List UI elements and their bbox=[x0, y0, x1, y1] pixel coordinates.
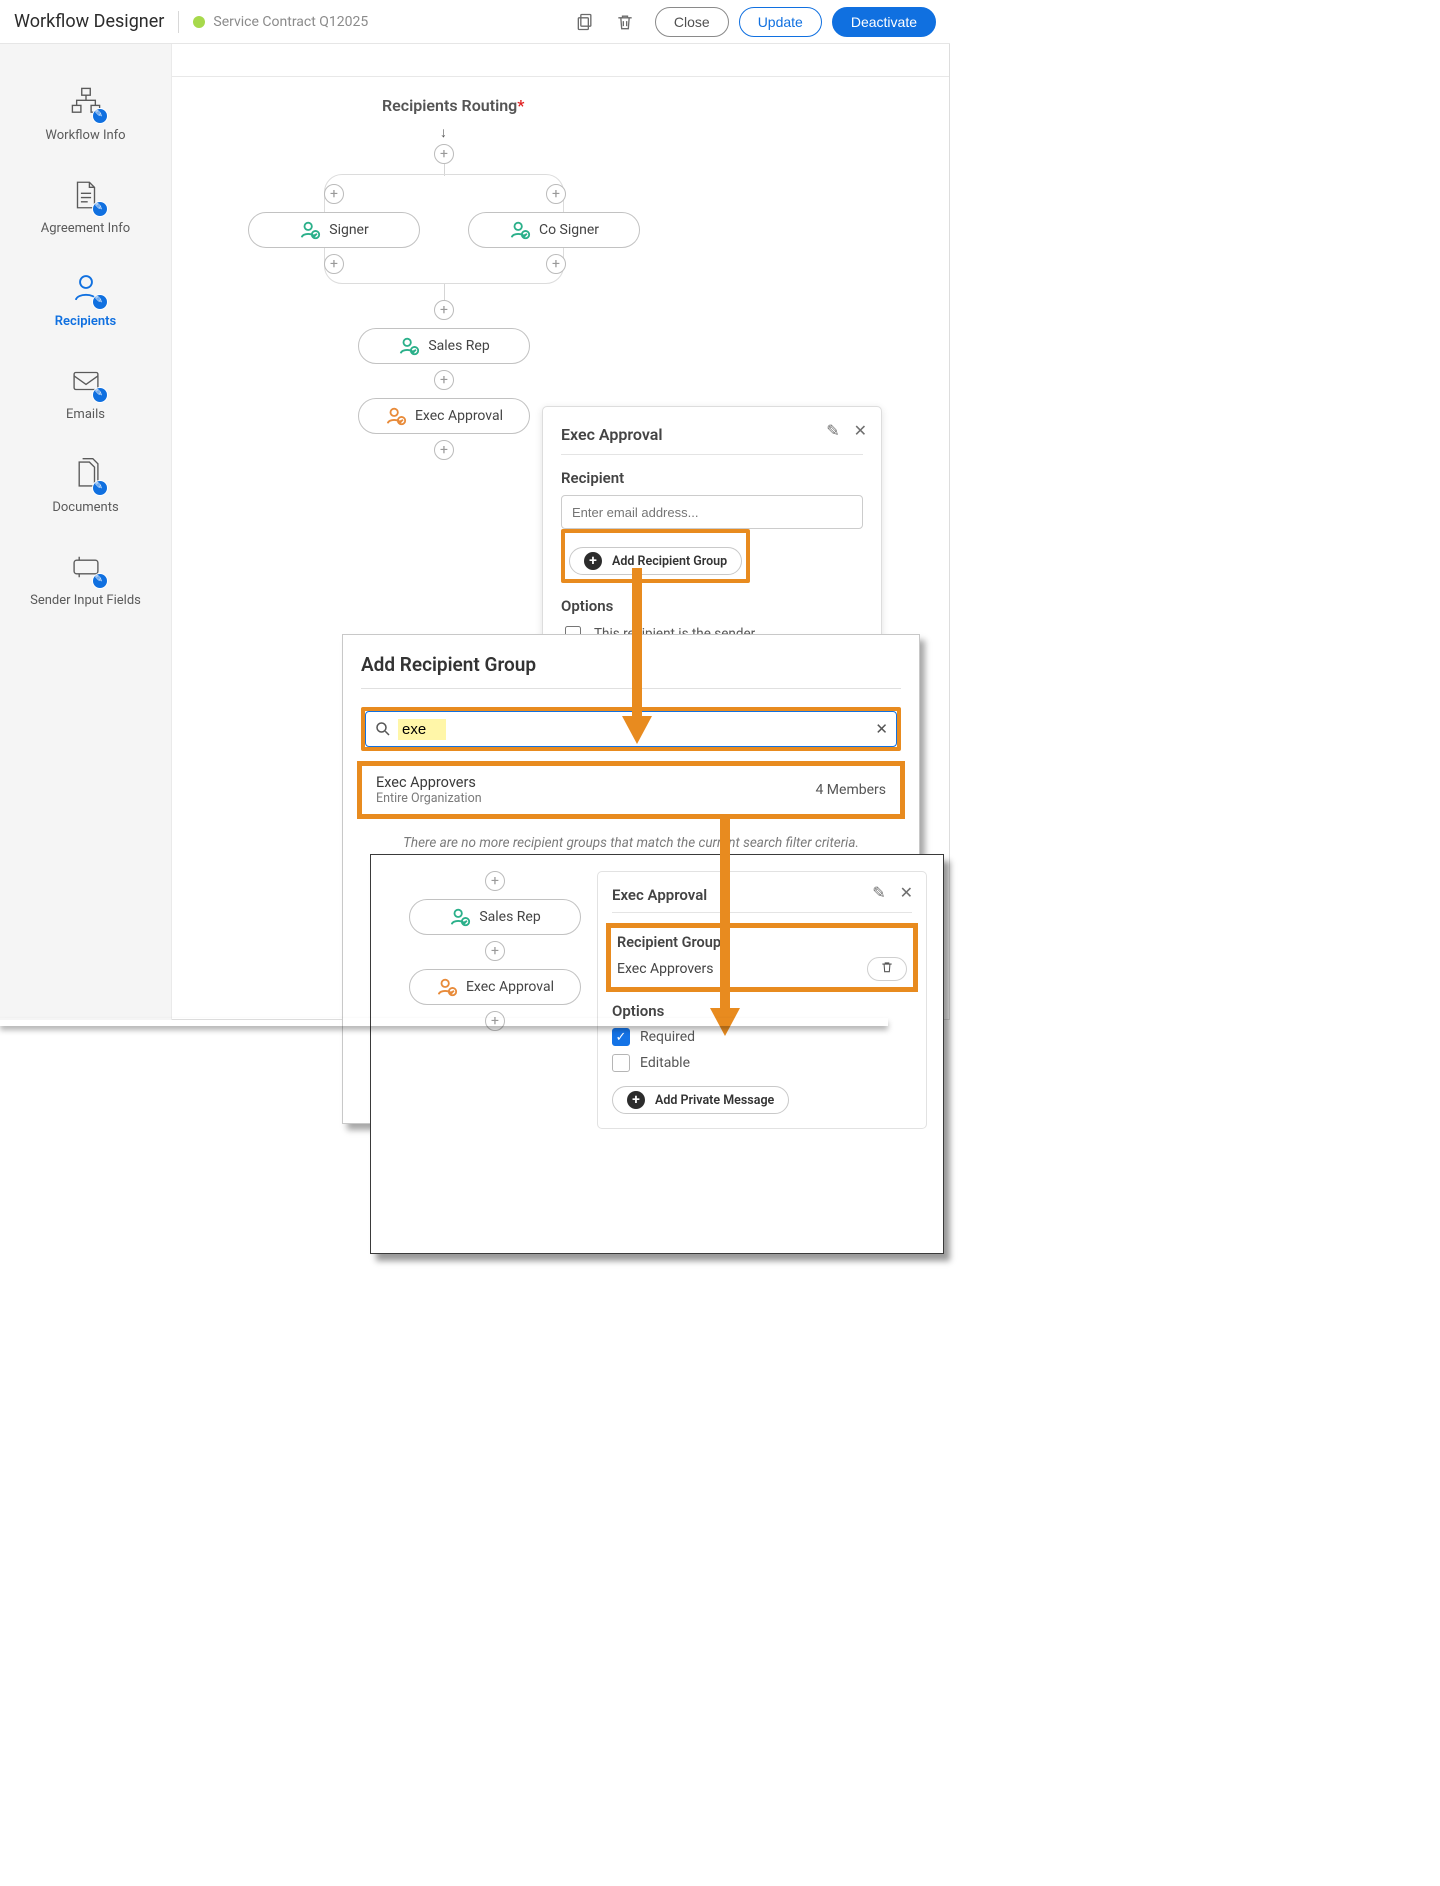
group-name: Exec Approvers bbox=[376, 774, 482, 791]
search-icon bbox=[374, 720, 392, 738]
edit-icon[interactable]: ✎ bbox=[826, 421, 839, 440]
app-title: Workflow Designer bbox=[14, 11, 164, 32]
top-bar: Workflow Designer Service Contract Q1202… bbox=[0, 0, 950, 44]
group-member-count: 4 Members bbox=[815, 782, 886, 798]
sidebar-item-label: Agreement Info bbox=[41, 221, 130, 236]
group-result-row[interactable]: Exec Approvers Entire Organization 4 Mem… bbox=[362, 766, 900, 814]
remove-group-button[interactable] bbox=[867, 957, 907, 981]
sidebar-item-workflow-info[interactable]: Workflow Info bbox=[0, 66, 171, 159]
sidebar-item-label: Sender Input Fields bbox=[30, 593, 141, 608]
add-node-button[interactable]: + bbox=[546, 184, 566, 204]
trash-icon bbox=[880, 960, 894, 974]
sidebar-item-sender-input[interactable]: Sender Input Fields bbox=[0, 531, 171, 624]
close-icon[interactable]: ✕ bbox=[900, 883, 913, 902]
search-field[interactable]: ✕ bbox=[365, 711, 897, 747]
close-button[interactable]: Close bbox=[655, 7, 729, 37]
trash-icon[interactable] bbox=[615, 12, 635, 32]
arrow-down-icon: ↓ bbox=[440, 124, 447, 141]
checkbox-icon[interactable] bbox=[612, 1028, 630, 1046]
recipient-label: Recipient bbox=[561, 469, 863, 487]
sidebar-item-label: Documents bbox=[52, 500, 118, 515]
panel-title: Exec Approval bbox=[561, 425, 863, 455]
add-node-button[interactable]: + bbox=[434, 370, 454, 390]
no-more-results: There are no more recipient groups that … bbox=[343, 835, 919, 851]
highlight-result: Exec Approvers Entire Organization 4 Mem… bbox=[357, 761, 905, 819]
node-signer[interactable]: Signer bbox=[248, 212, 420, 248]
recipient-group-side-panel: ✎ ✕ Exec Approval Recipient Group Exec A… bbox=[597, 871, 927, 1129]
document-title: Service Contract Q12025 bbox=[213, 14, 368, 30]
group-scope: Entire Organization bbox=[376, 791, 482, 806]
add-private-message-button[interactable]: + Add Private Message bbox=[612, 1086, 789, 1114]
add-node-button[interactable]: + bbox=[434, 144, 454, 164]
node-exec-approval[interactable]: Exec Approval bbox=[358, 398, 530, 434]
email-input[interactable] bbox=[561, 495, 863, 529]
plus-icon: + bbox=[584, 552, 602, 570]
panel-title: Exec Approval bbox=[612, 886, 912, 913]
agreement-info-icon bbox=[66, 175, 106, 215]
checkbox-icon[interactable] bbox=[612, 1054, 630, 1072]
deactivate-button[interactable]: Deactivate bbox=[832, 7, 936, 37]
sidebar: Workflow Info Agreement Info Recipients … bbox=[0, 44, 172, 1020]
search-input[interactable] bbox=[398, 719, 446, 740]
add-node-button[interactable]: + bbox=[324, 184, 344, 204]
divider bbox=[178, 11, 179, 33]
sidebar-item-documents[interactable]: Documents bbox=[0, 438, 171, 531]
opt-editable[interactable]: Editable bbox=[612, 1054, 912, 1072]
dialog-title: Add Recipient Group bbox=[343, 635, 919, 688]
options-label: Options bbox=[561, 597, 863, 615]
sidebar-item-agreement-info[interactable]: Agreement Info bbox=[0, 159, 171, 252]
node-sales-rep[interactable]: Sales Rep bbox=[409, 899, 581, 935]
edit-icon[interactable]: ✎ bbox=[872, 883, 885, 902]
close-icon[interactable]: ✕ bbox=[854, 421, 867, 440]
clear-icon[interactable]: ✕ bbox=[875, 720, 888, 738]
recipient-editor-panel: ✎ ✕ Exec Approval Recipient + Add Recipi… bbox=[542, 406, 882, 664]
sidebar-item-emails[interactable]: Emails bbox=[0, 345, 171, 438]
highlight-add-group: + Add Recipient Group bbox=[561, 529, 750, 583]
status-dot-icon bbox=[193, 16, 205, 28]
sidebar-item-label: Recipients bbox=[55, 314, 116, 329]
recipient-group-name: Exec Approvers bbox=[617, 961, 713, 977]
add-node-button[interactable]: + bbox=[434, 440, 454, 460]
node-exec-approval[interactable]: Exec Approval bbox=[409, 969, 581, 1005]
workflow-info-icon bbox=[66, 82, 106, 122]
sidebar-item-label: Workflow Info bbox=[45, 128, 125, 143]
add-node-button[interactable]: + bbox=[485, 871, 505, 891]
opt-required[interactable]: Required bbox=[612, 1028, 912, 1046]
recipient-group-editor-panel: + Sales Rep + Exec Approval + ✎ ✕ Exec A… bbox=[370, 854, 944, 1254]
plus-icon: + bbox=[627, 1091, 645, 1109]
documents-icon bbox=[66, 454, 106, 494]
duplicate-icon[interactable] bbox=[575, 12, 595, 32]
emails-icon bbox=[66, 361, 106, 401]
section-title: Recipients Routing* bbox=[382, 96, 524, 115]
add-node-button[interactable]: + bbox=[485, 941, 505, 961]
add-recipient-group-button[interactable]: + Add Recipient Group bbox=[569, 547, 742, 575]
recipient-group-label: Recipient Group bbox=[617, 934, 907, 951]
sidebar-item-recipients[interactable]: Recipients bbox=[0, 252, 171, 345]
add-node-button[interactable]: + bbox=[324, 254, 344, 274]
sender-input-icon bbox=[66, 547, 106, 587]
recipients-icon bbox=[66, 268, 106, 308]
add-node-button[interactable]: + bbox=[546, 254, 566, 274]
add-node-button[interactable]: + bbox=[434, 300, 454, 320]
highlight-recipient-group: Recipient Group Exec Approvers bbox=[606, 923, 918, 992]
node-cosigner[interactable]: Co Signer bbox=[468, 212, 640, 248]
highlight-search: ✕ bbox=[361, 707, 901, 751]
sidebar-item-label: Emails bbox=[66, 407, 105, 422]
node-sales-rep[interactable]: Sales Rep bbox=[358, 328, 530, 364]
update-button[interactable]: Update bbox=[739, 7, 822, 37]
